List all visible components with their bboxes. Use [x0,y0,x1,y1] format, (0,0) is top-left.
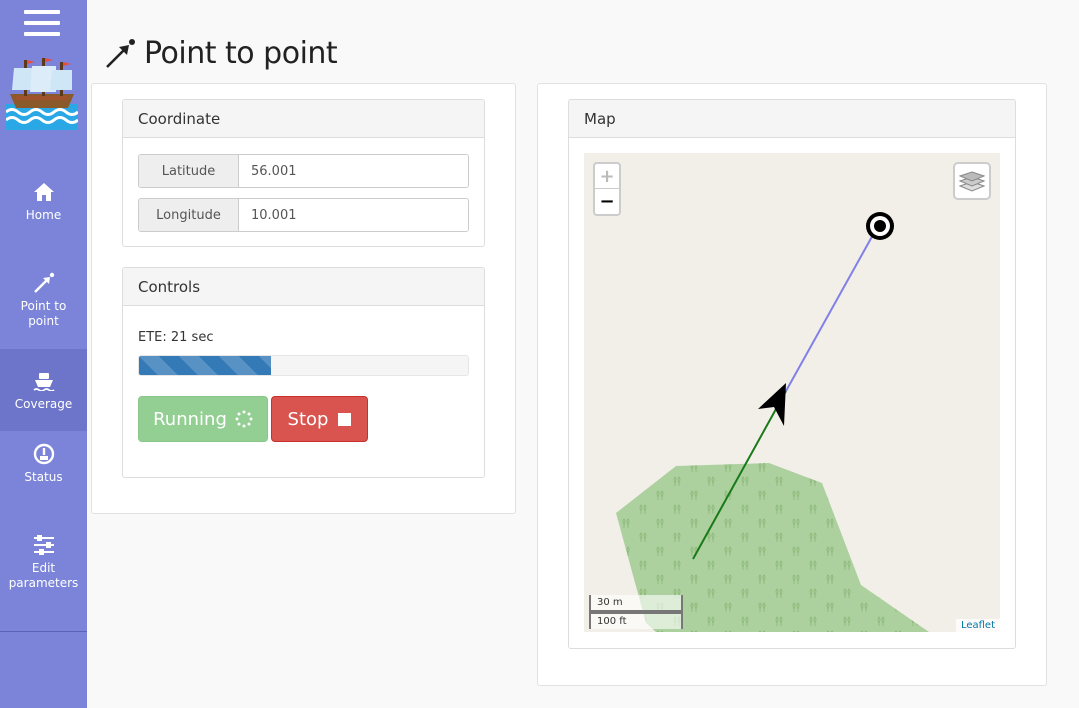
target-icon[interactable] [866,212,894,240]
longitude-input[interactable] [239,199,468,231]
spinner-icon [235,410,253,428]
ship-icon [32,369,56,393]
sidebar-item-edit-parameters[interactable]: Edit parameters [0,521,87,603]
progress-bar [138,355,469,376]
longitude-group: Longitude [138,198,469,232]
sidebar-item-label: Coverage [14,396,73,411]
layers-button[interactable] [953,162,991,200]
latitude-group: Latitude [138,154,469,188]
sidebar-item-point-to-point[interactable]: Point to point [0,259,87,341]
scale-metric: 30 m [589,595,683,612]
controls-header: Controls [123,268,484,306]
zoom-out-button[interactable]: − [595,189,619,214]
arrow-icon [32,271,56,295]
stop-button[interactable]: Stop [271,396,368,442]
map-layer [616,212,929,632]
controls-card: Controls ETE: 21 sec Running Stop [122,267,485,478]
sidebar-item-label: Point to point [20,299,67,328]
sidebar-divider [0,631,87,632]
sidebar-item-coverage[interactable]: Coverage [0,349,87,431]
map-view[interactable]: + − 30 m 100 ft Leaflet [584,153,1000,632]
latitude-label: Latitude [139,155,239,187]
map-header: Map [569,100,1015,138]
route-remaining [785,232,875,392]
sidebar-item-label: Status [24,469,63,484]
progress-fill [139,356,271,375]
vessel-arrow-icon[interactable] [758,383,786,426]
longitude-label: Longitude [139,199,239,231]
stop-label: Stop [287,408,329,430]
arrow-icon [106,38,135,68]
sidebar-item-label: Home [25,207,62,222]
sidebar-item-label: Edit parameters [8,561,79,590]
map-attribution-link[interactable]: Leaflet [955,619,1000,632]
zoom-control: + − [593,162,621,216]
running-label: Running [153,408,227,430]
sidebar: Home Point to point Coverage Status Edit… [0,0,87,708]
coordinate-card: Coordinate Latitude Longitude [122,99,485,247]
scale-imperial: 100 ft [589,612,683,629]
home-icon [32,180,56,204]
right-panel: Map + − 30 m 100 ft Leaflet [537,83,1047,686]
left-panel: Coordinate Latitude Longitude Controls E… [91,83,516,514]
sidebar-item-status[interactable]: Status [0,422,87,504]
ete-text: ETE: 21 sec [138,330,214,345]
map-card: Map + − 30 m 100 ft Leaflet [568,99,1016,649]
running-button[interactable]: Running [138,396,268,442]
gauge-icon [32,442,56,466]
zoom-in-button[interactable]: + [595,164,619,189]
sidebar-item-home[interactable]: Home [0,160,87,242]
page-title: Point to point [104,36,338,71]
sliders-icon [32,533,56,557]
menu-icon[interactable] [24,10,60,40]
ship-logo-icon [6,58,78,130]
stop-icon [338,412,352,426]
coordinate-header: Coordinate [123,100,484,138]
latitude-input[interactable] [239,155,468,187]
layers-icon [959,171,985,192]
page-title-text: Point to point [144,36,338,71]
